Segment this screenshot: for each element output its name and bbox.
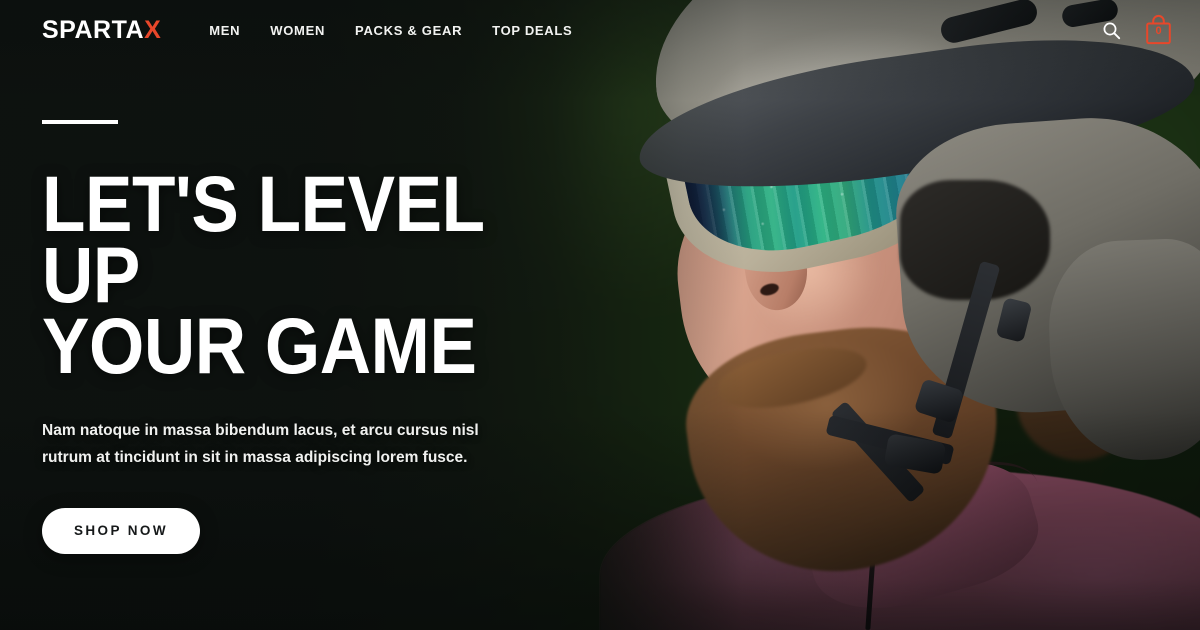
- search-icon: [1103, 22, 1121, 39]
- nav-item-women[interactable]: WOMEN: [270, 23, 325, 38]
- hero-copy: LET'S LEVEL UP YOUR GAME Nam natoque in …: [42, 120, 582, 554]
- cart-button[interactable]: 0: [1143, 13, 1174, 47]
- nav-item-top-deals[interactable]: TOP DEALS: [492, 23, 572, 38]
- nav-item-packs-gear[interactable]: PACKS & GEAR: [355, 23, 462, 38]
- hero-divider-rule: [42, 120, 118, 124]
- shopping-bag-icon: [1146, 14, 1171, 45]
- brand-logo-accent: X: [144, 15, 162, 44]
- shop-now-button[interactable]: SHOP NOW: [42, 507, 200, 554]
- nav-item-men[interactable]: MEN: [209, 23, 240, 38]
- main-navigation: MEN WOMEN PACKS & GEAR TOP DEALS: [209, 23, 572, 38]
- site-header: SPARTAX MEN WOMEN PACKS & GEAR TOP DEALS…: [0, 0, 1200, 60]
- hero-headline: LET'S LEVEL UP YOUR GAME: [42, 159, 484, 391]
- header-actions: 0: [1102, 13, 1174, 47]
- hero-section: SPARTAX MEN WOMEN PACKS & GEAR TOP DEALS…: [0, 0, 1200, 630]
- search-button[interactable]: [1102, 21, 1121, 40]
- brand-logo[interactable]: SPARTAX: [42, 16, 161, 45]
- brand-logo-main: SPARTA: [42, 15, 145, 44]
- hero-subcopy: Nam natoque in massa bibendum lacus, et …: [42, 422, 479, 467]
